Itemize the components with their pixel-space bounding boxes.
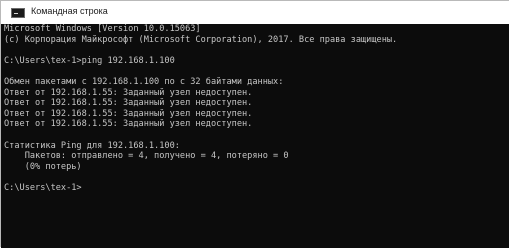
- cmd-icon: [11, 8, 25, 18]
- command-prompt-window: Командная строка Microsoft Windows [Vers…: [0, 0, 509, 248]
- console-line: Ответ от 192.168.1.55: Заданный узел нед…: [4, 119, 253, 130]
- console-line: Ответ от 192.168.1.55: Заданный узел нед…: [4, 87, 253, 98]
- console-line: Ответ от 192.168.1.55: Заданный узел нед…: [4, 108, 253, 119]
- title-bar[interactable]: Командная строка: [1, 1, 509, 24]
- console-line: C:\Users\tex-1>ping 192.168.1.100: [4, 55, 175, 66]
- console-line: (c) Корпорация Майкрософт (Microsoft Cor…: [4, 34, 398, 45]
- console-output[interactable]: Microsoft Windows [Version 10.0.15063] (…: [1, 24, 509, 248]
- console-lines: Microsoft Windows [Version 10.0.15063] (…: [4, 24, 397, 194]
- console-line: Пакетов: отправлено = 4, получено = 4, п…: [4, 151, 289, 162]
- console-line: Ответ от 192.168.1.55: Заданный узел нед…: [4, 98, 253, 109]
- console-line: Обмен пакетами с 192.168.1.100 по с 32 б…: [4, 76, 284, 87]
- console-line: Статистика Ping для 192.168.1.100:: [4, 140, 180, 151]
- window-title: Командная строка: [31, 6, 108, 16]
- console-line: (0% потерь): [4, 161, 82, 172]
- command-prompt-line[interactable]: C:\Users\tex-1>: [4, 183, 397, 194]
- console-line: Microsoft Windows [Version 10.0.15063]: [4, 24, 201, 34]
